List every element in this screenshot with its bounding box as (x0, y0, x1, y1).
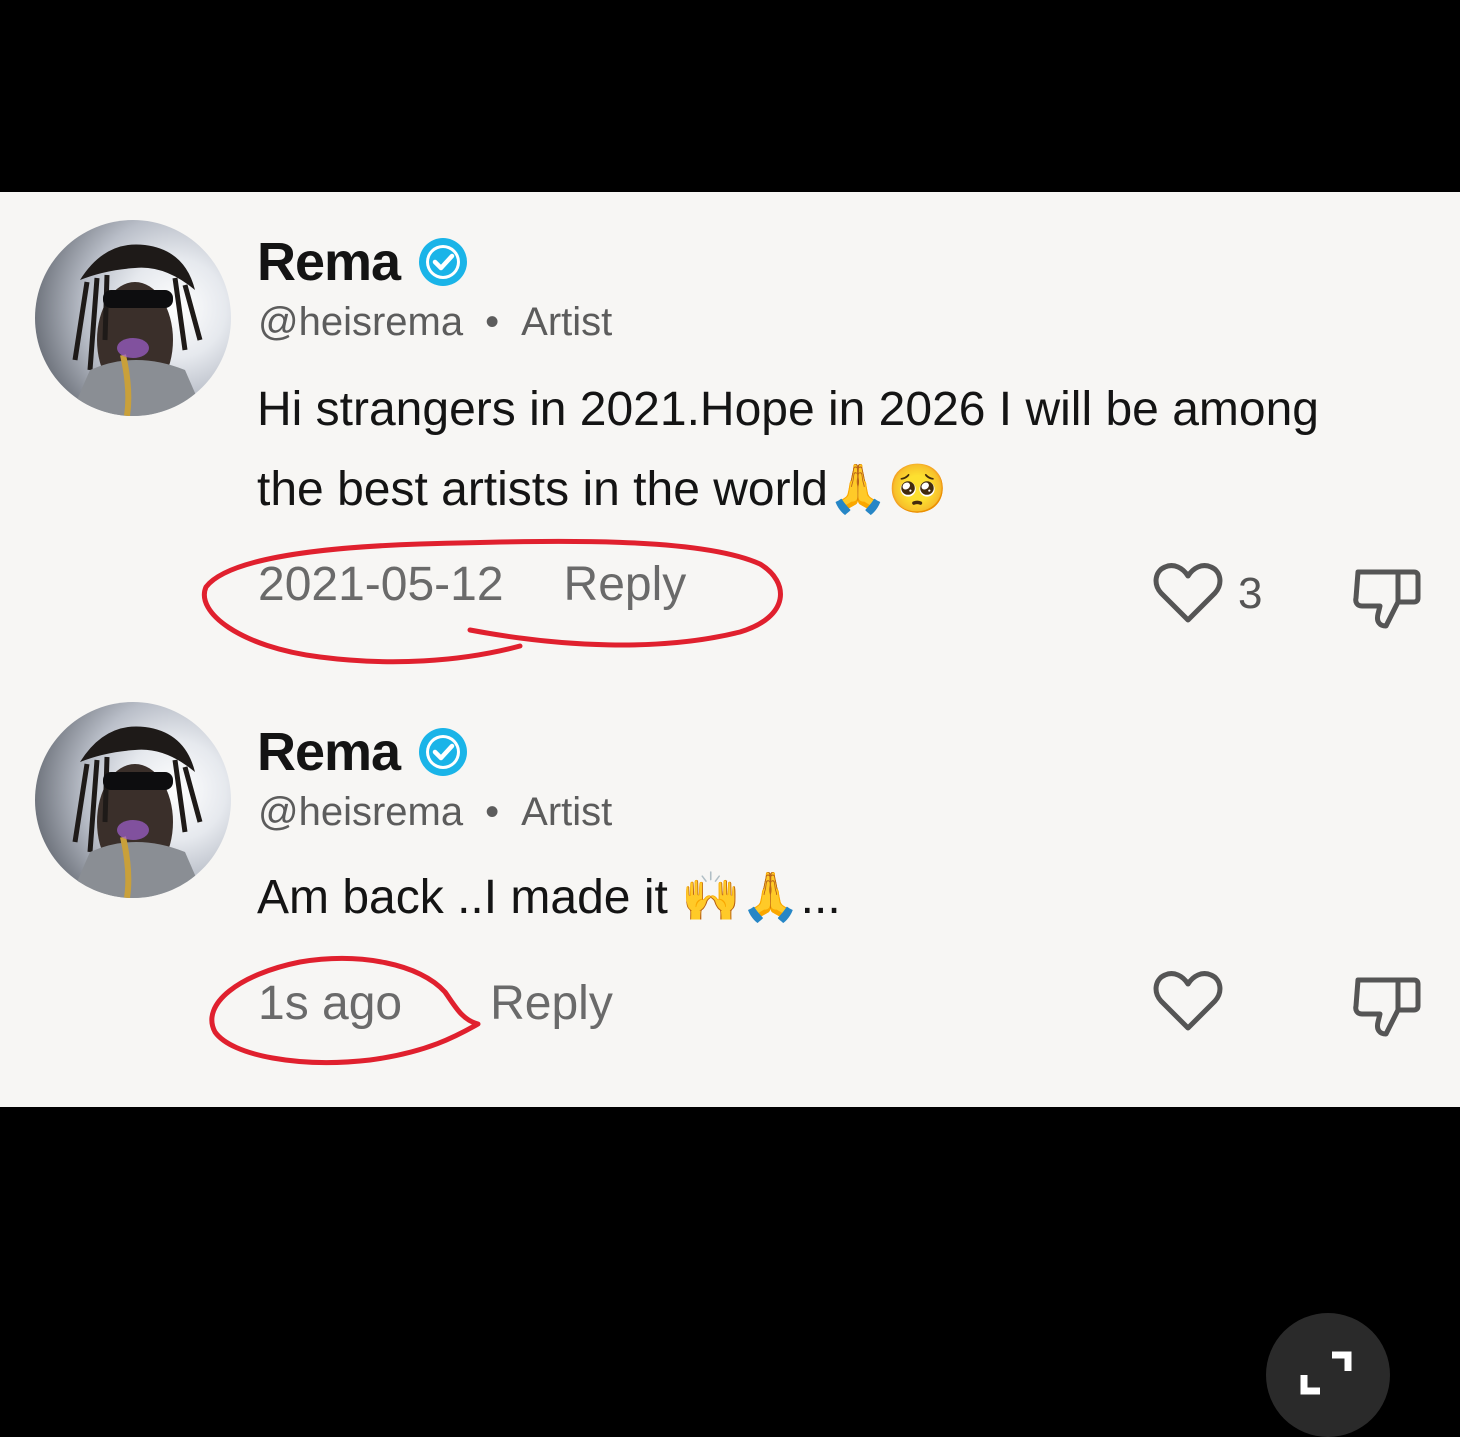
fullscreen-button[interactable] (1266, 1313, 1390, 1437)
author-role: Artist (521, 790, 613, 834)
author-handle[interactable]: @heisrema (258, 300, 463, 344)
author-role: Artist (521, 300, 613, 344)
like-button[interactable]: 3 (1152, 562, 1262, 626)
meta-separator: • (485, 300, 500, 344)
comment-actions: 1s ago Reply (258, 976, 613, 1031)
dislike-button[interactable] (1352, 564, 1422, 637)
comments-panel: Rema @heisrema • Artist Hi strangers in 20… (0, 192, 1460, 1107)
comment-timestamp: 2021-05-12 (258, 558, 504, 611)
thumbs-down-icon (1353, 977, 1421, 1037)
verified-badge-icon (419, 238, 468, 286)
heart-icon (1153, 971, 1223, 1031)
author-name[interactable]: Rema (257, 721, 401, 783)
dislike-button[interactable] (1352, 972, 1422, 1045)
reply-button[interactable]: Reply (564, 557, 687, 612)
reply-button[interactable]: Reply (490, 976, 613, 1031)
verified-badge-icon (419, 728, 468, 776)
comment-actions: 2021-05-12 Reply (258, 557, 686, 612)
author-handle[interactable]: @heisrema (258, 790, 463, 834)
like-button[interactable] (1152, 970, 1238, 1034)
avatar[interactable] (35, 220, 231, 416)
comment-timestamp: 1s ago (258, 977, 403, 1030)
author-meta: @heisrema • Artist (258, 300, 612, 345)
author-meta: @heisrema • Artist (258, 790, 612, 835)
comment-text: Am back ..I made it 🙌🙏... (257, 871, 841, 924)
like-count: 3 (1238, 569, 1263, 618)
avatar[interactable] (35, 702, 231, 898)
author-name[interactable]: Rema (257, 231, 401, 293)
heart-icon (1153, 563, 1223, 623)
fullscreen-icon (1300, 1351, 1352, 1395)
comment-text: Hi strangers in 2021.Hope in 2026 I will… (257, 383, 1319, 516)
meta-separator: • (485, 790, 500, 834)
author-row: Rema (257, 722, 468, 782)
author-row: Rema (257, 232, 468, 292)
thumbs-down-icon (1353, 569, 1421, 629)
